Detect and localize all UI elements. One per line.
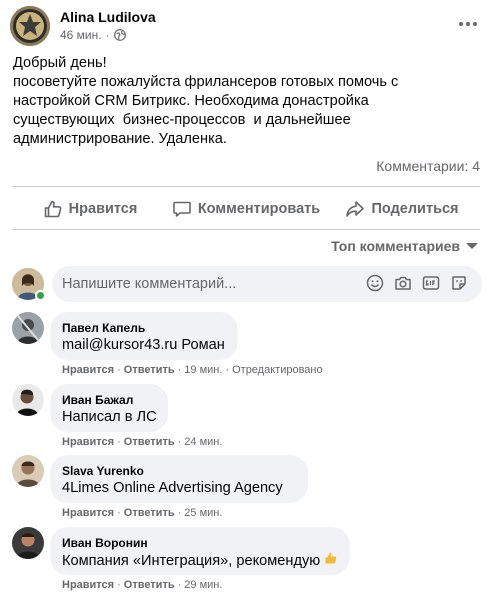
separator: · [117,507,121,519]
smiley-icon[interactable] [366,274,384,292]
comment-icon [173,201,191,217]
comment-composer [12,266,482,304]
comment-bubble: Иван Бажал Написал в ЛС [50,384,168,432]
comment-author[interactable]: Иван Бажал [62,392,156,408]
comments-count[interactable]: Комментарии: 4 [376,158,480,174]
comment-time[interactable]: 19 мин. [184,364,222,376]
comment-like-button[interactable]: Нравится [62,364,114,376]
caret-down-icon [466,243,478,249]
comment-text: 4Limes Online Advertising Agency [62,480,283,496]
gif-icon[interactable] [422,274,440,292]
globe-icon [113,29,126,41]
sticker-icon[interactable] [450,274,468,292]
divider [12,186,480,187]
comment-author[interactable]: Иван Воронин [62,535,338,551]
comment-actions: Нравится · Ответить · 19 мин. · Отредакт… [62,364,323,376]
camera-icon[interactable] [394,274,412,292]
comment-bubble: Павел Капель mail@kursor43.ru Роман [50,312,238,360]
post-line: существующих бизнес-процессов и дальнейш… [13,112,351,128]
meta-separator: · [105,28,110,42]
comment-bubble: Slava Yurenko 4Limes Online Advertising … [50,455,308,503]
comment-text-content: Компания «Интеграция», рекомендую [62,553,321,569]
comment-time[interactable]: 29 мин. [184,579,222,591]
separator: · [225,364,230,376]
post-line: Добрый день! [13,55,107,71]
comment-time[interactable]: 24 мин. [184,436,222,448]
post-time[interactable]: 46 мин. [60,28,102,42]
comment-reply-button[interactable]: Ответить [124,507,175,519]
comment-edited-label[interactable]: Отредактировано [232,364,323,376]
comment: Slava Yurenko 4Limes Online Advertising … [12,455,482,519]
comment-text: Компания «Интеграция», рекомендую [62,551,338,571]
separator: · [177,436,182,448]
comment-like-button[interactable]: Нравится [62,436,114,448]
separator: · [117,579,121,591]
composer-tools [366,274,468,292]
divider [12,229,480,230]
commenter-avatar[interactable] [12,312,44,344]
comment-actions: Нравится · Ответить · 25 мин. [62,507,222,519]
separator: · [177,507,182,519]
comment-text: Написал в ЛС [62,409,157,425]
separator: · [177,364,182,376]
comment-like-button[interactable]: Нравится [62,579,114,591]
share-label: Поделиться [371,201,459,217]
author-name[interactable]: Alina Ludilova [60,9,156,25]
comment-sort-dropdown[interactable]: Топ комментариев [331,238,478,254]
comment-author[interactable]: Slava Yurenko [62,463,296,479]
comment: Иван Воронин Компания «Интеграция», реко… [12,527,482,591]
online-status-indicator [35,290,46,301]
post-line: посоветуйте пожалуйста фрилансеров готов… [13,74,399,90]
comment-author[interactable]: Павел Капель [62,320,226,336]
thumbs-up-emoji-icon [324,551,338,571]
sort-label: Топ комментариев [331,238,460,254]
post-line: настройкой CRM Битрикс. Необходима донас… [13,93,369,109]
comment-text: mail@kursor43.ru Роман [62,337,225,353]
comment-button[interactable]: Комментировать [168,192,324,226]
more-icon[interactable] [454,10,482,38]
action-bar: Нравится Комментировать Поделиться [12,192,480,226]
like-label: Нравится [68,201,138,217]
comment-bubble: Иван Воронин Компания «Интеграция», реко… [50,527,350,575]
separator: · [117,364,121,376]
like-button[interactable]: Нравится [12,192,168,226]
comment-time[interactable]: 25 мин. [184,507,222,519]
separator: · [177,579,182,591]
comment-actions: Нравится · Ответить · 24 мин. [62,436,222,448]
thumbs-up-icon [44,200,62,218]
post-line: администрирование. Удаленка. [13,131,227,147]
share-button[interactable]: Поделиться [324,192,480,226]
comment: Иван Бажал Написал в ЛС Нравится · Ответ… [12,384,482,448]
post-meta: 46 мин. · [60,28,126,42]
comment-label: Комментировать [197,201,321,217]
comment: Павел Капель mail@kursor43.ru Роман Нрав… [12,312,482,376]
share-icon [346,201,365,217]
post-body: Добрый день! посоветуйте пожалуйста фрил… [13,54,483,149]
comment-reply-button[interactable]: Ответить [124,436,175,448]
commenter-avatar[interactable] [12,527,44,559]
comment-reply-button[interactable]: Ответить [124,579,175,591]
comment-like-button[interactable]: Нравится [62,507,114,519]
commenter-avatar[interactable] [12,455,44,487]
comment-actions: Нравится · Ответить · 29 мин. [62,579,222,591]
post-header: Alina Ludilova 46 мин. · [10,6,484,46]
comment-reply-button[interactable]: Ответить [124,364,175,376]
separator: · [117,436,121,448]
commenter-avatar[interactable] [12,384,44,416]
author-avatar[interactable] [10,6,50,46]
